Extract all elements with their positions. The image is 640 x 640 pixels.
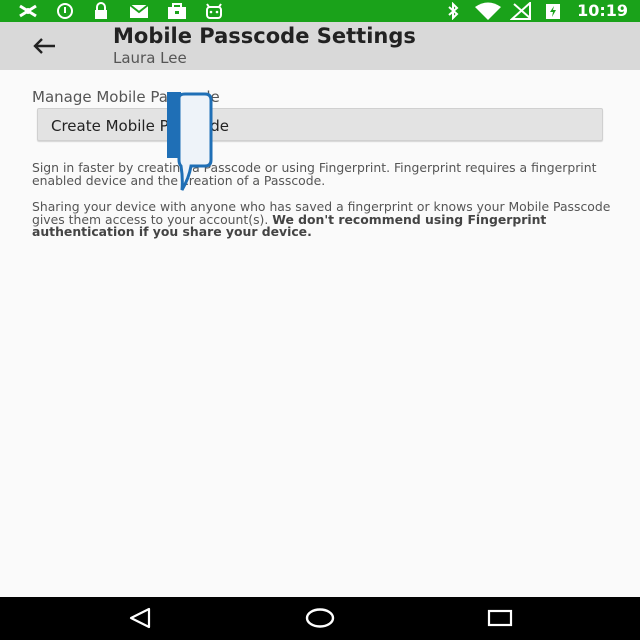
- home-circle-icon: [305, 608, 335, 628]
- back-triangle-icon: [129, 607, 151, 629]
- clock: 10:19: [577, 1, 628, 20]
- alert-circle-icon: [56, 2, 74, 20]
- nav-home-button[interactable]: [300, 605, 340, 631]
- arrow-left-icon: [33, 38, 55, 54]
- back-button[interactable]: [24, 30, 64, 62]
- pointer-icon: [167, 92, 213, 191]
- create-passcode-button[interactable]: Create Mobile Passcode: [37, 108, 603, 141]
- lock-icon: [92, 2, 110, 20]
- recents-square-icon: [487, 609, 513, 627]
- status-bar: 10:19: [0, 0, 640, 22]
- page-title: Mobile Passcode Settings: [113, 24, 416, 48]
- bluetooth-icon: [446, 2, 460, 20]
- page-subtitle: Laura Lee: [113, 49, 187, 67]
- navigation-bar: [0, 597, 640, 640]
- battery-charging-icon: [544, 2, 562, 20]
- signal-icon: [510, 2, 532, 20]
- wifi-icon: [474, 2, 502, 20]
- briefcase-icon: [166, 2, 188, 20]
- nav-recents-button[interactable]: [480, 605, 520, 631]
- no-location-icon: [16, 2, 42, 20]
- info-paragraph-1: Sign in faster by creating a Passcode or…: [32, 160, 597, 188]
- nav-back-button[interactable]: [120, 605, 160, 631]
- info-paragraph-2: Sharing your device with anyone who has …: [32, 200, 612, 239]
- mail-icon: [128, 2, 150, 20]
- android-icon: [204, 2, 224, 20]
- app-bar: Mobile Passcode Settings Laura Lee: [0, 22, 640, 70]
